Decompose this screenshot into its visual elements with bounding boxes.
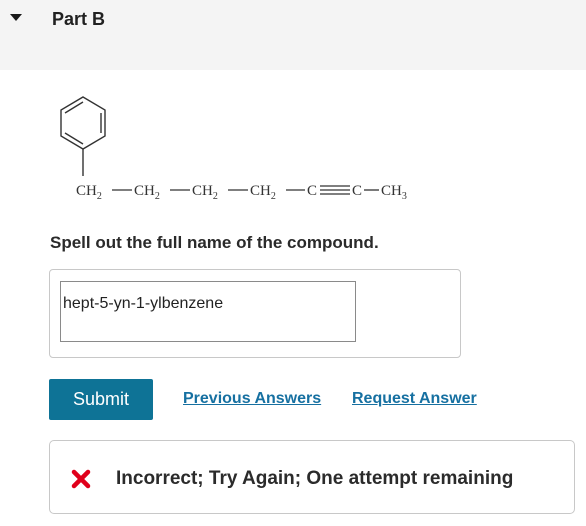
feedback-message: Incorrect; Try Again; One attempt remain… [116, 468, 514, 489]
chain-atom-4: CH2 [250, 183, 276, 202]
answer-input[interactable]: hept-5-yn-1-ylbenzene [60, 281, 356, 342]
chain-atom-7: CH3 [381, 183, 407, 202]
request-answer-link[interactable]: Request Answer [352, 390, 477, 408]
benzene-ring [60, 96, 106, 176]
submit-button[interactable]: Submit [49, 379, 153, 420]
part-title[interactable]: Part B [52, 9, 105, 30]
question-prompt: Spell out the full name of the compound. [50, 233, 379, 252]
part-header[interactable]: Part B [0, 0, 586, 70]
previous-answers-link[interactable]: Previous Answers [183, 390, 321, 408]
chain-atom-1: CH2 [76, 183, 102, 202]
chain-atom-3: CH2 [192, 183, 218, 202]
chain-atom-6: C [352, 183, 362, 199]
x-mark-icon [71, 469, 91, 489]
carbon-chain: CH2 CH2 CH2 CH2 C C CH3 [76, 183, 407, 202]
answer-box: hept-5-yn-1-ylbenzene [49, 269, 461, 358]
compound-structure: CH2 CH2 CH2 CH2 C C CH3 [48, 92, 468, 212]
feedback-box: Incorrect; Try Again; One attempt remain… [49, 440, 575, 514]
caret-down-icon[interactable] [10, 14, 22, 21]
chain-atom-5: C [307, 183, 317, 199]
chain-atom-2: CH2 [134, 183, 160, 202]
